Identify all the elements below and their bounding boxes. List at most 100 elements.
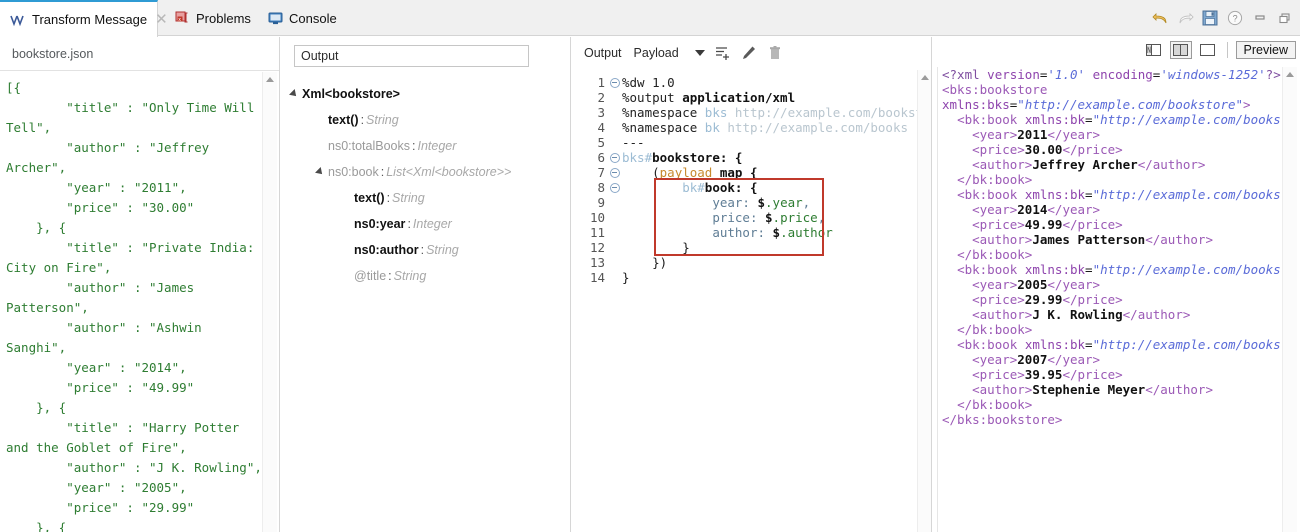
tree-node-type: Integer: [412, 217, 452, 231]
add-line-icon[interactable]: [713, 43, 733, 63]
tree-node-ns0-book[interactable]: ns0:book : List<Xml<bookstore>>: [281, 159, 571, 185]
input-panel: bookstore.json [{ "title" : "Only Time W…: [0, 37, 279, 532]
tree-node-xml-bookstore[interactable]: Xml<bookstore>: [281, 81, 571, 107]
line-number: 2: [597, 90, 605, 105]
code-line[interactable]: bk#book: {: [622, 180, 917, 195]
xml-line: </bk:book>: [957, 247, 1033, 262]
output-search-input[interactable]: Output: [294, 45, 529, 67]
xml-line: <price>49.99</price>: [972, 217, 1123, 232]
code-fold-toggle-icon[interactable]: [609, 150, 621, 165]
scroll-up-arrow-icon[interactable]: [921, 75, 929, 80]
xml-scrollbar[interactable]: [1282, 67, 1297, 532]
divider-left: [279, 37, 280, 532]
code-fold-spacer: [609, 225, 621, 240]
code-fold-toggle-icon[interactable]: [609, 75, 621, 90]
help-icon[interactable]: ?: [1226, 9, 1244, 27]
view-wide-pane-button[interactable]: [1197, 41, 1219, 59]
scroll-up-arrow-icon[interactable]: [1286, 72, 1294, 77]
code-line[interactable]: }: [622, 270, 917, 285]
tree-node-separator: :: [388, 269, 392, 283]
maximize-icon[interactable]: [1276, 9, 1294, 27]
line-number: 5: [597, 135, 605, 150]
xml-line: </bk:book>: [957, 172, 1033, 187]
edit-pencil-icon[interactable]: [739, 43, 759, 63]
editor-scrollbar[interactable]: [917, 70, 932, 532]
tree-node-type: String: [366, 113, 399, 127]
input-file-title: bookstore.json: [0, 37, 279, 71]
tree-node-text[interactable]: text() : String: [281, 107, 571, 133]
chevron-down-icon[interactable]: [694, 50, 705, 56]
code-line[interactable]: year: $.year,: [622, 195, 917, 210]
svg-text:?: ?: [1233, 13, 1238, 23]
code-fold-spacer: [609, 105, 621, 120]
tree-node-ns0-author[interactable]: ns0:author : String: [281, 237, 571, 263]
line-number: 6: [597, 150, 605, 165]
code-line[interactable]: bks#bookstore: {: [622, 150, 917, 165]
tree-node-title[interactable]: @title : String: [281, 263, 571, 289]
tree-node-separator: :: [386, 191, 391, 205]
editor-toolbar: Output Payload: [572, 37, 932, 69]
editor-payload-label[interactable]: Payload: [628, 46, 685, 60]
main-body: bookstore.json [{ "title" : "Only Time W…: [0, 37, 1300, 532]
xml-line: <author>James Patterson</author>: [972, 232, 1213, 247]
transform-icon: [10, 12, 26, 28]
scroll-up-arrow-icon[interactable]: [266, 77, 274, 82]
code-line[interactable]: author: $.author: [622, 225, 917, 240]
xml-line: <bk:book xmlns:bk="http://example.com/bo…: [957, 337, 1282, 352]
redo-icon[interactable]: [1176, 9, 1194, 27]
tree-node-separator: :: [420, 243, 425, 257]
output-structure-tree: Xml<bookstore> text() : String ns0:totalBo…: [281, 81, 571, 289]
tree-node-label: text(): [354, 191, 385, 205]
view-split-pane-button[interactable]: [1169, 41, 1192, 59]
tree-node-label: text(): [328, 113, 359, 127]
line-number: 4: [597, 120, 605, 135]
code-line[interactable]: %output application/xml: [622, 90, 917, 105]
tree-node-type: String: [426, 243, 459, 257]
code-fold-spacer: [609, 240, 621, 255]
code-line[interactable]: price: $.price,: [622, 210, 917, 225]
tab-problems[interactable]: x Problems: [165, 0, 261, 36]
xml-output-content[interactable]: <?xml version='1.0' encoding='windows-12…: [937, 67, 1282, 532]
xml-line: </bk:book>: [957, 397, 1033, 412]
tree-expand-arrow-icon[interactable]: [289, 89, 299, 99]
view-single-pane-button[interactable]: [1143, 41, 1165, 59]
code-fold-spacer: [609, 255, 621, 270]
preview-button[interactable]: Preview: [1235, 41, 1296, 59]
xml-line: <year>2005</year>: [972, 277, 1101, 292]
tree-node-text[interactable]: text() : String: [281, 185, 571, 211]
delete-trash-icon[interactable]: [765, 43, 785, 63]
code-fold-spacer: [609, 120, 621, 135]
undo-icon[interactable]: [1151, 9, 1169, 27]
xml-line: <year>2011</year>: [972, 127, 1101, 142]
code-line[interactable]: }: [622, 240, 917, 255]
xml-line: <bk:book xmlns:bk="http://example.com/bo…: [957, 262, 1282, 277]
editor-output-label[interactable]: Output: [578, 46, 628, 60]
tab-label: Transform Message: [32, 12, 148, 27]
tab-console[interactable]: Console: [258, 0, 347, 36]
tree-node-label: ns0:year: [354, 217, 406, 231]
code-line[interactable]: %namespace bks http://example.com/bookst…: [622, 105, 917, 120]
code-line[interactable]: %dw 1.0: [622, 75, 917, 90]
tree-expand-arrow-icon[interactable]: [315, 167, 325, 177]
input-json-content[interactable]: [{ "title" : "Only Time Will Tell", "aut…: [0, 72, 262, 532]
code-fold-toggle-icon[interactable]: [609, 180, 621, 195]
code-line[interactable]: ---: [622, 135, 917, 150]
code-line[interactable]: }): [622, 255, 917, 270]
code-line[interactable]: %namespace bk http://example.com/books: [622, 120, 917, 135]
line-number: 9: [597, 195, 605, 210]
code-fold-column[interactable]: [609, 75, 621, 285]
tree-node-separator: :: [380, 165, 385, 179]
save-icon[interactable]: [1201, 9, 1219, 27]
minimize-icon[interactable]: [1251, 9, 1269, 27]
code-line[interactable]: (payload map {: [622, 165, 917, 180]
xml-line: <year>2014</year>: [972, 202, 1101, 217]
line-number: 7: [597, 165, 605, 180]
input-scrollbar[interactable]: [262, 72, 277, 532]
xml-line: <author>Stephenie Meyer</author>: [972, 382, 1213, 397]
dataweave-code-area[interactable]: 1 2 3 4 5 6 7 8 9 10 11 12 13 14 %dw 1.0 %output appli…: [572, 70, 917, 532]
tree-node-ns0-year[interactable]: ns0:year : Integer: [281, 211, 571, 237]
code-lines[interactable]: %dw 1.0 %output application/xml %namespace…: [622, 75, 917, 285]
code-fold-toggle-icon[interactable]: [609, 165, 621, 180]
tab-transform-message[interactable]: Transform Message ✕: [0, 0, 168, 37]
tree-node-ns0-totalbooks[interactable]: ns0:totalBooks : Integer: [281, 133, 571, 159]
